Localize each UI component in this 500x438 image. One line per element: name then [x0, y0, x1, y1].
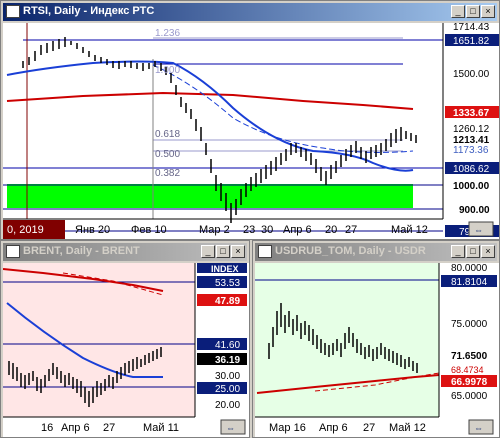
usdrub-price-65: 65.0000	[451, 391, 488, 402]
minimize-button[interactable]: _	[201, 245, 215, 258]
maximize-button[interactable]: □	[466, 5, 480, 18]
brent-date-16: 16	[41, 422, 53, 434]
chart-window-icon	[6, 5, 20, 18]
chart-window-icon	[6, 245, 20, 258]
rtsi-date-30: 30	[261, 224, 273, 236]
rtsi-date-2019: 0, 2019	[7, 224, 44, 236]
usdrub-date-may12: Май 12	[389, 422, 426, 434]
rtsi-price-1651: 1651.82	[453, 36, 490, 47]
usdrub-price-818104: 81.8104	[451, 277, 488, 288]
usdrub-price-75: 75.0000	[451, 319, 488, 330]
rtsi-date-mar2: Мар 2	[199, 224, 230, 236]
brent-time-axis-bg	[3, 417, 249, 437]
usdrub-price-tag-current: 71.6500	[451, 351, 488, 362]
rtsi-green-zone	[7, 184, 413, 208]
fib-label-1000: 1.000	[155, 65, 180, 76]
close-button[interactable]: ×	[231, 245, 245, 258]
usdrub-titlebar[interactable]: USDRUB_TOM, Daily - USDR _ □ ×	[255, 243, 497, 261]
rtsi-date-23: 23	[243, 224, 255, 236]
rtsi-price-1714: 1714.43	[453, 23, 490, 33]
usdrub-date-apr6: Апр 6	[319, 422, 348, 434]
close-button[interactable]: ×	[481, 5, 495, 18]
rtsi-date-may12: Май 12	[391, 224, 428, 236]
usdrub-price-669978: 66.9978	[451, 377, 488, 388]
rtsi-date-20: 20	[325, 224, 337, 236]
brent-price-index: INDEX	[211, 264, 239, 274]
fib-label-0382: 0.382	[155, 168, 180, 179]
rtsi-title: RTSI, Daily - Индекс РТС	[23, 5, 155, 17]
usdrub-plot-bg	[255, 263, 439, 417]
brent-date-apr6: Апр 6	[61, 422, 90, 434]
usdrub-title: USDRUB_TOM, Daily - USDR	[275, 245, 426, 257]
brent-titlebar[interactable]: BRENT, Daily - BRENT _ □ ×	[3, 243, 247, 261]
minimize-button[interactable]: _	[451, 5, 465, 18]
rtsi-window[interactable]: RTSI, Daily - Индекс РТС _ □ × 1.236 1.000	[0, 0, 500, 240]
brent-price-4789: 47.89	[215, 296, 240, 307]
rtsi-date-feb10: Фев 10	[131, 224, 167, 236]
brent-price-2500: 25.00	[215, 384, 240, 395]
usdrub-window[interactable]: USDRUB_TOM, Daily - USDR _ □ × 80.0000 81.…	[252, 240, 500, 438]
rtsi-date-jan20: Янв 20	[75, 224, 110, 236]
brent-price-3000: 30.00	[215, 371, 240, 382]
minimize-button[interactable]: _	[451, 245, 465, 258]
brent-price-5353: 53.53	[215, 278, 240, 289]
rtsi-price-1000: 1000.00	[453, 181, 490, 192]
brent-price-4160: 41.60	[215, 340, 240, 351]
brent-price-tag-current: 36.19	[215, 355, 240, 366]
fib-label-0500: 0.500	[155, 149, 180, 160]
rtsi-price-1173: 1173.36	[453, 145, 489, 156]
close-button[interactable]: ×	[481, 245, 495, 258]
fib-label-0618: 0.618	[155, 129, 180, 140]
brent-date-may11: Май 11	[143, 422, 179, 434]
rtsi-price-900: 900.00	[459, 205, 490, 216]
brent-date-27: 27	[103, 422, 115, 434]
chart-window-icon	[258, 245, 272, 258]
usdrub-date-mar16: Мар 16	[269, 422, 306, 434]
usdrub-date-27: 27	[363, 422, 375, 434]
brent-window[interactable]: BRENT, Daily - BRENT _ □ × INDEX 53.53 47.…	[0, 240, 250, 438]
rtsi-scale-fix-icon: ⇔	[474, 225, 483, 235]
usdrub-scale-fix-icon: ⇔	[474, 423, 483, 433]
brent-title: BRENT, Daily - BRENT	[23, 245, 140, 257]
rtsi-price-1333: 1333.67	[453, 108, 490, 119]
brent-plot-bg	[3, 263, 195, 417]
rtsi-date-27: 27	[345, 224, 357, 236]
usdrub-chart[interactable]: 80.0000 81.8104 75.0000 71.6500 68.4734 …	[255, 263, 499, 437]
usdrub-price-684734: 68.4734	[451, 365, 484, 375]
brent-scale-fix-icon: ⇔	[226, 423, 235, 433]
rtsi-chart[interactable]: 1.236 1.000 0.618 0.500 0.382 1714.43 16…	[3, 23, 499, 239]
rtsi-price-1500: 1500.00	[453, 69, 490, 80]
maximize-button[interactable]: □	[466, 245, 480, 258]
rtsi-titlebar[interactable]: RTSI, Daily - Индекс РТС _ □ ×	[3, 3, 497, 21]
rtsi-date-apr6: Апр 6	[283, 224, 312, 236]
brent-chart[interactable]: INDEX 53.53 47.89 41.60 36.19 30.00 25.0…	[3, 263, 249, 437]
usdrub-price-80: 80.0000	[451, 263, 488, 274]
brent-price-2000: 20.00	[215, 400, 240, 411]
maximize-button[interactable]: □	[216, 245, 230, 258]
fib-label-1236: 1.236	[155, 28, 180, 39]
rtsi-price-1086: 1086.62	[453, 164, 490, 175]
